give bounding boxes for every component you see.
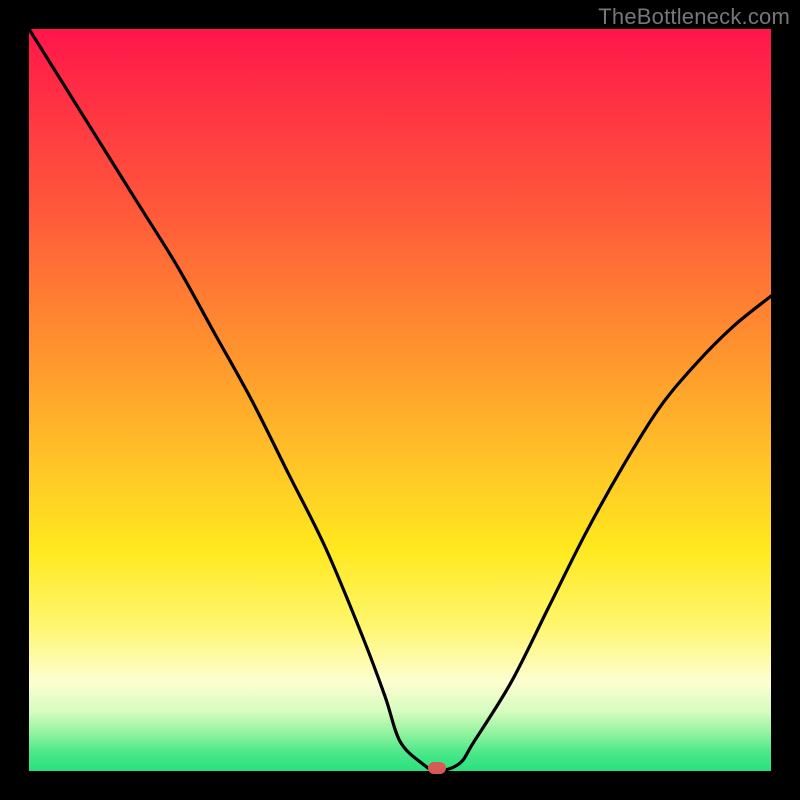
plot-area — [29, 29, 771, 771]
chart-frame: TheBottleneck.com — [0, 0, 800, 800]
watermark-text: TheBottleneck.com — [598, 4, 790, 30]
bottleneck-curve — [29, 29, 771, 771]
minimum-marker — [428, 762, 446, 774]
